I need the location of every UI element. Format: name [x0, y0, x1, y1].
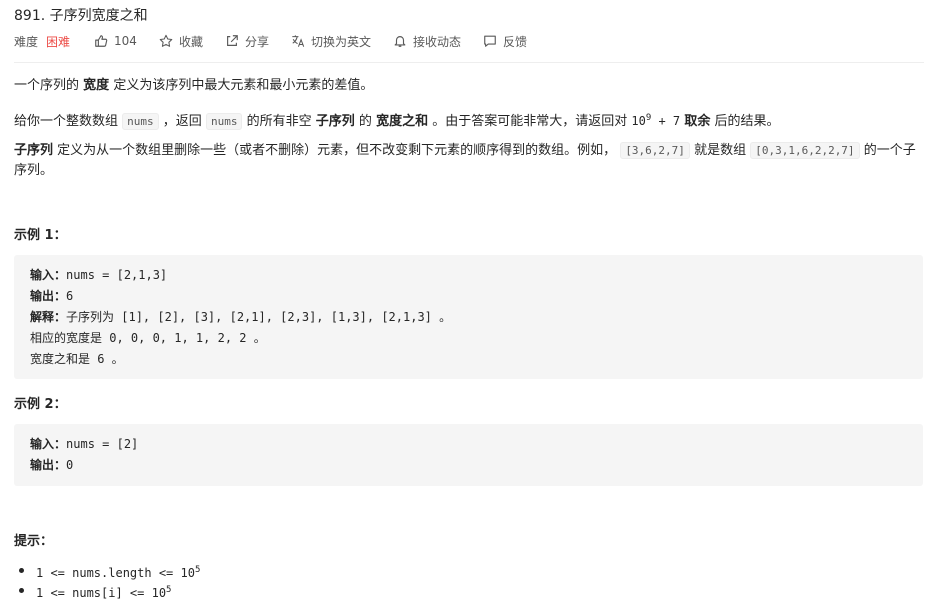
- hint-item: 1 <= nums[i] <= 105: [18, 580, 200, 600]
- explain-line: 相应的宽度是 0, 0, 0, 1, 1, 2, 2 。: [30, 331, 266, 345]
- feedback-button[interactable]: 反馈: [483, 33, 527, 50]
- text: 后的结果。: [714, 114, 780, 129]
- example-1-block: 输入：nums = [2,1,3] 输出：6 解释：子序列为 [1], [2],…: [14, 255, 923, 379]
- translate-icon: [292, 35, 305, 47]
- subscribe-label: 接收动态: [412, 34, 461, 49]
- inline-code: nums: [122, 113, 159, 130]
- input-label: 输入：: [30, 268, 67, 282]
- bell-icon: [394, 36, 406, 47]
- feedback-icon: [484, 35, 496, 47]
- description-paragraph-1: 一个序列的 宽度 定义为该序列中最大元素和最小元素的差值。: [14, 76, 924, 96]
- description-paragraph-2: 给你一个整数数组 nums ，返回 nums 的所有非空 子序列 的 宽度之和 …: [14, 108, 924, 132]
- translate-button[interactable]: 切换为英文: [291, 33, 371, 50]
- term-modulo: 取余: [684, 114, 711, 129]
- favorite-button[interactable]: 收藏: [159, 33, 203, 50]
- explain-label: 解释：: [30, 310, 67, 324]
- difficulty-badge: 困难: [46, 34, 71, 49]
- hint-text: 1 <= nums.length <= 10: [36, 566, 195, 580]
- problem-title: 891. 子序列宽度之和: [14, 8, 148, 24]
- text: 的所有非空: [246, 114, 312, 129]
- modulus: 109 + 7: [631, 113, 681, 128]
- term-subsequence: 子序列: [315, 114, 355, 129]
- text: 定义为从一个数组里删除一些（或者不删除）元素，但不改变剩下元素的顺序得到的数组。…: [57, 143, 617, 158]
- text: 的: [358, 114, 372, 129]
- text: 定义为该序列中最大元素和最小元素的差值。: [113, 78, 374, 93]
- feedback-label: 反馈: [503, 34, 528, 49]
- text: ，返回: [162, 114, 202, 129]
- term-width: 宽度: [83, 78, 110, 93]
- input-value: nums = [2,1,3]: [66, 268, 168, 282]
- example-1-heading: 示例 1：: [14, 228, 67, 243]
- hints-list: 1 <= nums.length <= 105 1 <= nums[i] <= …: [14, 560, 200, 600]
- hint-text: 1 <= nums[i] <= 10: [36, 586, 167, 600]
- mod-rest: + 7: [658, 114, 681, 128]
- share-label: 分享: [244, 34, 269, 49]
- example-2-block: 输入：nums = [2] 输出：0: [14, 424, 923, 486]
- text: 一个序列的: [14, 78, 80, 93]
- mod-exponent: 9: [645, 113, 652, 123]
- output-value: 0: [66, 458, 74, 472]
- output-label: 输出：: [30, 289, 67, 303]
- hint-item: 1 <= nums.length <= 105: [18, 560, 201, 580]
- term-subsequence: 子序列: [14, 143, 54, 158]
- share-icon: [227, 35, 238, 46]
- like-button[interactable]: 104: [94, 34, 137, 48]
- like-count: 104: [114, 34, 137, 48]
- hint-exponent: 5: [194, 565, 201, 575]
- mod-base: 10: [631, 114, 646, 128]
- favorite-label: 收藏: [178, 34, 203, 49]
- term-width-sum: 宽度之和: [376, 114, 429, 129]
- hint-exponent: 5: [166, 585, 172, 595]
- inline-code: nums: [205, 113, 243, 130]
- text: 。由于答案可能非常大，请返回对: [432, 114, 628, 129]
- description-paragraph-3: 子序列 定义为从一个数组里删除一些（或者不删除）元素，但不改变剩下元素的顺序得到…: [14, 141, 924, 181]
- explain-line: 子序列为 [1], [2], [3], [2,1], [2,3], [1,3],…: [66, 310, 452, 324]
- example-2-heading: 示例 2：: [14, 397, 67, 412]
- inline-code: [3,6,2,7]: [620, 142, 690, 159]
- thumbs-up-icon: [95, 35, 108, 47]
- text: 给你一个整数数组: [14, 114, 119, 129]
- star-icon: [159, 34, 173, 47]
- hints-heading: 提示：: [14, 534, 54, 549]
- input-label: 输入：: [30, 437, 67, 451]
- text: 就是数组: [694, 143, 747, 158]
- explain-line: 宽度之和是 6 。: [30, 352, 124, 366]
- difficulty-label: 难度: [14, 34, 39, 49]
- header-divider: [14, 62, 924, 63]
- output-label: 输出：: [30, 458, 67, 472]
- inline-code: [0,3,1,6,2,2,7]: [750, 142, 860, 159]
- translate-label: 切换为英文: [310, 34, 371, 49]
- problem-meta-bar: 难度 困难 104 收藏 分享 切换为英文 接收动态 反馈: [14, 31, 549, 51]
- subscribe-button[interactable]: 接收动态: [393, 33, 461, 50]
- input-value: nums = [2]: [66, 437, 139, 451]
- share-button[interactable]: 分享: [225, 33, 269, 50]
- output-value: 6: [66, 289, 74, 303]
